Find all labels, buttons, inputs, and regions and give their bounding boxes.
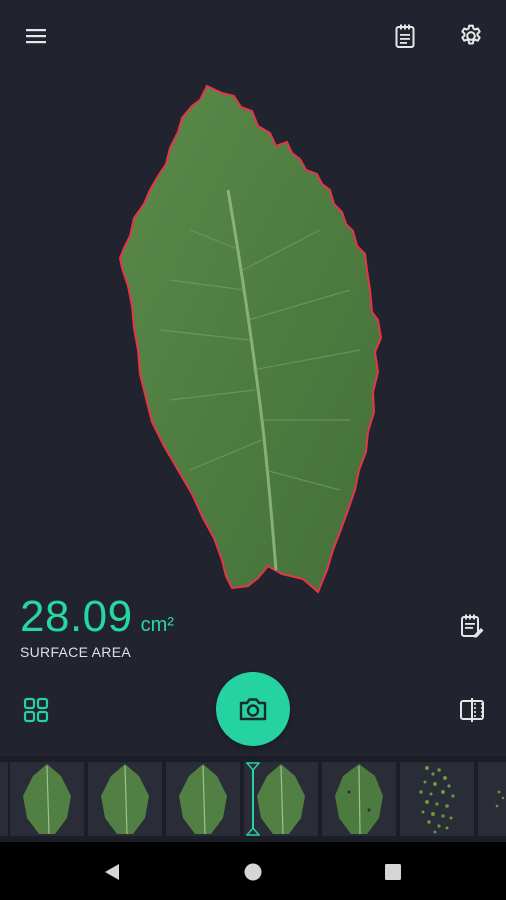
surface-area-value: 28.09: [20, 592, 133, 641]
triangle-back-icon: [105, 864, 119, 880]
leaf-image-view: [0, 72, 506, 602]
home-button[interactable]: [231, 850, 275, 894]
leaf-thumbnail: [335, 764, 383, 835]
thumbnail-item[interactable]: [166, 762, 240, 836]
thumbnail-item[interactable]: [478, 762, 506, 836]
edit-note-icon: [461, 614, 484, 638]
area-value-row: 28.09 cm²: [20, 592, 174, 642]
capture-controls: [0, 670, 506, 750]
measurement-readout: 28.09 cm² SURFACE AREA: [20, 592, 174, 660]
grid-icon: [23, 697, 49, 723]
system-navigation-bar: [0, 842, 506, 900]
clipboard-notes-icon: [395, 24, 415, 48]
leaf-thumbnail: [257, 764, 305, 835]
thumbnail-item[interactable]: [400, 762, 474, 836]
square-recents-icon: [385, 864, 401, 880]
notes-button[interactable]: [383, 14, 427, 58]
camera-icon: [239, 698, 267, 721]
leaf-noisy-thumbnail: [419, 766, 455, 834]
surface-area-label: SURFACE AREA: [20, 644, 131, 660]
settings-button[interactable]: [449, 14, 493, 58]
gear-icon: [461, 24, 481, 45]
back-button[interactable]: [90, 850, 134, 894]
edit-note-button[interactable]: [450, 604, 494, 648]
leaf-thumbnail: [101, 764, 149, 835]
leaf-thumbnail: [0, 762, 1, 836]
thumbnail-item[interactable]: [0, 762, 8, 836]
filmstrip-selection-marker[interactable]: [246, 762, 260, 836]
top-app-bar: [0, 0, 506, 72]
leaf-image: [118, 84, 383, 594]
compare-split-icon: [460, 698, 484, 722]
menu-button[interactable]: [14, 14, 58, 58]
leaf-thumbnail: [179, 764, 227, 835]
gallery-button[interactable]: [14, 688, 58, 732]
leaf-thumbnail: [23, 764, 71, 835]
compare-button[interactable]: [450, 688, 494, 732]
thumbnail-item[interactable]: [10, 762, 84, 836]
thumbnail-item[interactable]: [322, 762, 396, 836]
hamburger-menu-icon: [26, 29, 46, 44]
capture-button[interactable]: [216, 672, 290, 746]
surface-area-unit: cm²: [140, 614, 174, 636]
circle-home-icon: [244, 863, 262, 881]
thumbnail-item[interactable]: [88, 762, 162, 836]
recents-button[interactable]: [371, 850, 415, 894]
thumbnail-filmstrip[interactable]: [0, 756, 506, 842]
leaf-noisy-thumbnail: [495, 790, 505, 808]
